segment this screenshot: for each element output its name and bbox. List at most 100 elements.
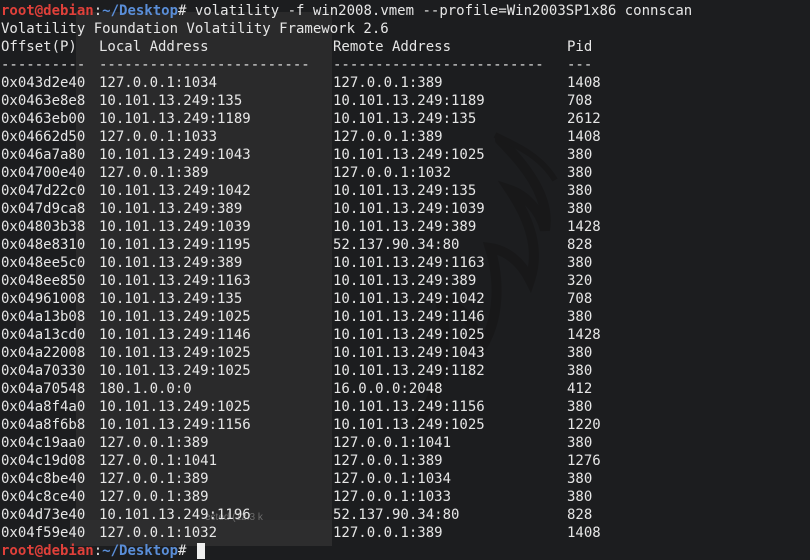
cell-local-address: 10.101.13.249:1156	[99, 417, 251, 433]
cell-pid: 1276	[567, 453, 601, 469]
cell-offset: 0x04a22008	[1, 345, 86, 361]
cell-remote-address: 127.0.0.1:389	[333, 75, 443, 91]
cell-local-address: 10.101.13.249:1163	[99, 273, 251, 289]
table-row: 0x04a8f4a0 10.101.13.249:1025 10.101.13.24…	[1, 398, 692, 416]
cell-offset: 0x047d22c0	[1, 183, 86, 199]
cell-offset: 0x04c19d08	[1, 453, 86, 469]
banner-line: Volatility Foundation Volatility Framewo…	[1, 21, 389, 37]
cell-remote-address: 10.101.13.249:1039	[333, 201, 485, 217]
cell-remote-address: 10.101.13.249:135	[333, 111, 477, 127]
cell-pid: 380	[567, 345, 593, 361]
cell-remote-address: 52.137.90.34:80	[333, 507, 460, 523]
table-row: 0x04a22008 10.101.13.249:1025 10.101.13.24…	[1, 344, 692, 362]
table-row: 0x04f59e40 127.0.0.1:1032 127.0.0.1:389 140…	[1, 524, 692, 542]
cell-pid: 1408	[567, 75, 601, 91]
cell-pid: 708	[567, 93, 593, 109]
cell-offset: 0x043d2e40	[1, 75, 86, 91]
cell-pid: 828	[567, 507, 593, 523]
cell-offset: 0x04662d50	[1, 129, 86, 145]
cell-remote-address: 52.137.90.34:80	[333, 237, 460, 253]
cell-remote-address: 10.101.13.249:1043	[333, 345, 485, 361]
cell-local-address: 10.101.13.249:1196	[99, 507, 251, 523]
table-row: 0x047d22c0 10.101.13.249:1042 10.101.13.24…	[1, 182, 692, 200]
cell-pid: 380	[567, 201, 593, 217]
table-row: 0x04c19d08 127.0.0.1:1041 127.0.0.1:389 127…	[1, 452, 692, 470]
table-row: 0x048ee850 10.101.13.249:1163 10.101.13.24…	[1, 272, 692, 290]
cell-remote-address: 10.101.13.249:1156	[333, 399, 485, 415]
table-row: 0x04a70330 10.101.13.249:1025 10.101.13.24…	[1, 362, 692, 380]
prompt-path: ~/Desktop	[102, 3, 179, 19]
terminal-window[interactable]: ected (12.3 k root@debian:~/Desktop# vol…	[0, 0, 810, 560]
cell-remote-address: 127.0.0.1:1032	[333, 165, 452, 181]
command-line: root@debian:~/Desktop# volatility -f win…	[1, 2, 692, 20]
cell-offset: 0x04f59e40	[1, 525, 86, 541]
cell-offset: 0x04a70330	[1, 363, 86, 379]
table-row: 0x04c8ce40 127.0.0.1:389 127.0.0.1:1033 380	[1, 488, 692, 506]
header-remote-address: Remote Address	[333, 39, 452, 55]
separator-local-address: -------------------------	[99, 57, 310, 73]
separator-offset: ----------	[1, 57, 86, 73]
table-row: 0x04c8be40 127.0.0.1:389 127.0.0.1:1034 380	[1, 470, 692, 488]
cell-local-address: 10.101.13.249:1025	[99, 309, 251, 325]
cell-remote-address: 127.0.0.1:1034	[333, 471, 452, 487]
table-row: 0x0463eb00 10.101.13.249:1189 10.101.13.24…	[1, 110, 692, 128]
cell-local-address: 127.0.0.1:1034	[99, 75, 218, 91]
cell-offset: 0x048ee5c0	[1, 255, 86, 271]
table-row: 0x04c19aa0 127.0.0.1:389 127.0.0.1:1041 380	[1, 434, 692, 452]
cell-pid: 380	[567, 183, 593, 199]
cell-pid: 412	[567, 381, 593, 397]
cell-offset: 0x04a8f4a0	[1, 399, 86, 415]
table-row: 0x0463e8e8 10.101.13.249:135 10.101.13.249…	[1, 92, 692, 110]
cell-remote-address: 127.0.0.1:1041	[333, 435, 452, 451]
cell-remote-address: 10.101.13.249:1146	[333, 309, 485, 325]
cell-local-address: 10.101.13.249:1042	[99, 183, 251, 199]
cell-local-address: 127.0.0.1:389	[99, 165, 209, 181]
cell-pid: 380	[567, 363, 593, 379]
text-cursor[interactable]	[196, 543, 205, 559]
header-local-address: Local Address	[99, 39, 209, 55]
cell-offset: 0x04a70548	[1, 381, 86, 397]
cell-remote-address: 127.0.0.1:389	[333, 129, 443, 145]
table-row: 0x04a13b08 10.101.13.249:1025 10.101.13.24…	[1, 308, 692, 326]
cell-remote-address: 10.101.13.249:1025	[333, 417, 485, 433]
cell-local-address: 10.101.13.249:1043	[99, 147, 251, 163]
cell-offset: 0x048e8310	[1, 237, 86, 253]
table-row: 0x048ee5c0 10.101.13.249:389 10.101.13.249…	[1, 254, 692, 272]
cell-pid: 380	[567, 399, 593, 415]
cell-local-address: 127.0.0.1:389	[99, 489, 209, 505]
prompt-hash: #	[178, 543, 187, 559]
cell-remote-address: 10.101.13.249:135	[333, 183, 477, 199]
header-pid: Pid	[567, 39, 593, 55]
prompt-user-host: root@debian	[1, 543, 94, 559]
cell-pid: 380	[567, 309, 593, 325]
prompt-colon: :	[93, 3, 103, 19]
cell-pid: 380	[567, 489, 593, 505]
cell-local-address: 127.0.0.1:389	[99, 471, 209, 487]
cell-offset: 0x04c8ce40	[1, 489, 86, 505]
cell-pid: 380	[567, 165, 593, 181]
table-row: 0x04a70548 180.1.0.0:0 16.0.0.0:2048 412	[1, 380, 692, 398]
table-separator: ---------- ------------------------- -----…	[1, 56, 692, 74]
cell-local-address: 127.0.0.1:1032	[99, 525, 218, 541]
cell-remote-address: 127.0.0.1:389	[333, 453, 443, 469]
cell-local-address: 127.0.0.1:1041	[99, 453, 218, 469]
cell-pid: 708	[567, 291, 593, 307]
cell-pid: 828	[567, 237, 593, 253]
cell-remote-address: 10.101.13.249:1042	[333, 291, 485, 307]
cell-local-address: 10.101.13.249:1146	[99, 327, 251, 343]
table-row: 0x04a8f6b8 10.101.13.249:1156 10.101.13.24…	[1, 416, 692, 434]
table-row: 0x04700e40 127.0.0.1:389 127.0.0.1:1032 380	[1, 164, 692, 182]
prompt-line[interactable]: root@debian:~/Desktop#	[1, 542, 692, 560]
cell-remote-address: 10.101.13.249:1025	[333, 147, 485, 163]
cell-offset: 0x04a8f6b8	[1, 417, 86, 433]
cell-local-address: 10.101.13.249:1195	[99, 237, 251, 253]
cell-remote-address: 10.101.13.249:389	[333, 219, 477, 235]
cell-pid: 380	[567, 255, 593, 271]
cell-remote-address: 127.0.0.1:389	[333, 525, 443, 541]
table-row: 0x043d2e40 127.0.0.1:1034 127.0.0.1:389 140…	[1, 74, 692, 92]
prompt-user-host: root@debian	[1, 3, 94, 19]
cell-remote-address: 16.0.0.0:2048	[333, 381, 443, 397]
cell-local-address: 10.101.13.249:135	[99, 291, 243, 307]
table-row: 0x048e8310 10.101.13.249:1195 52.137.90.34…	[1, 236, 692, 254]
cell-pid: 380	[567, 435, 593, 451]
